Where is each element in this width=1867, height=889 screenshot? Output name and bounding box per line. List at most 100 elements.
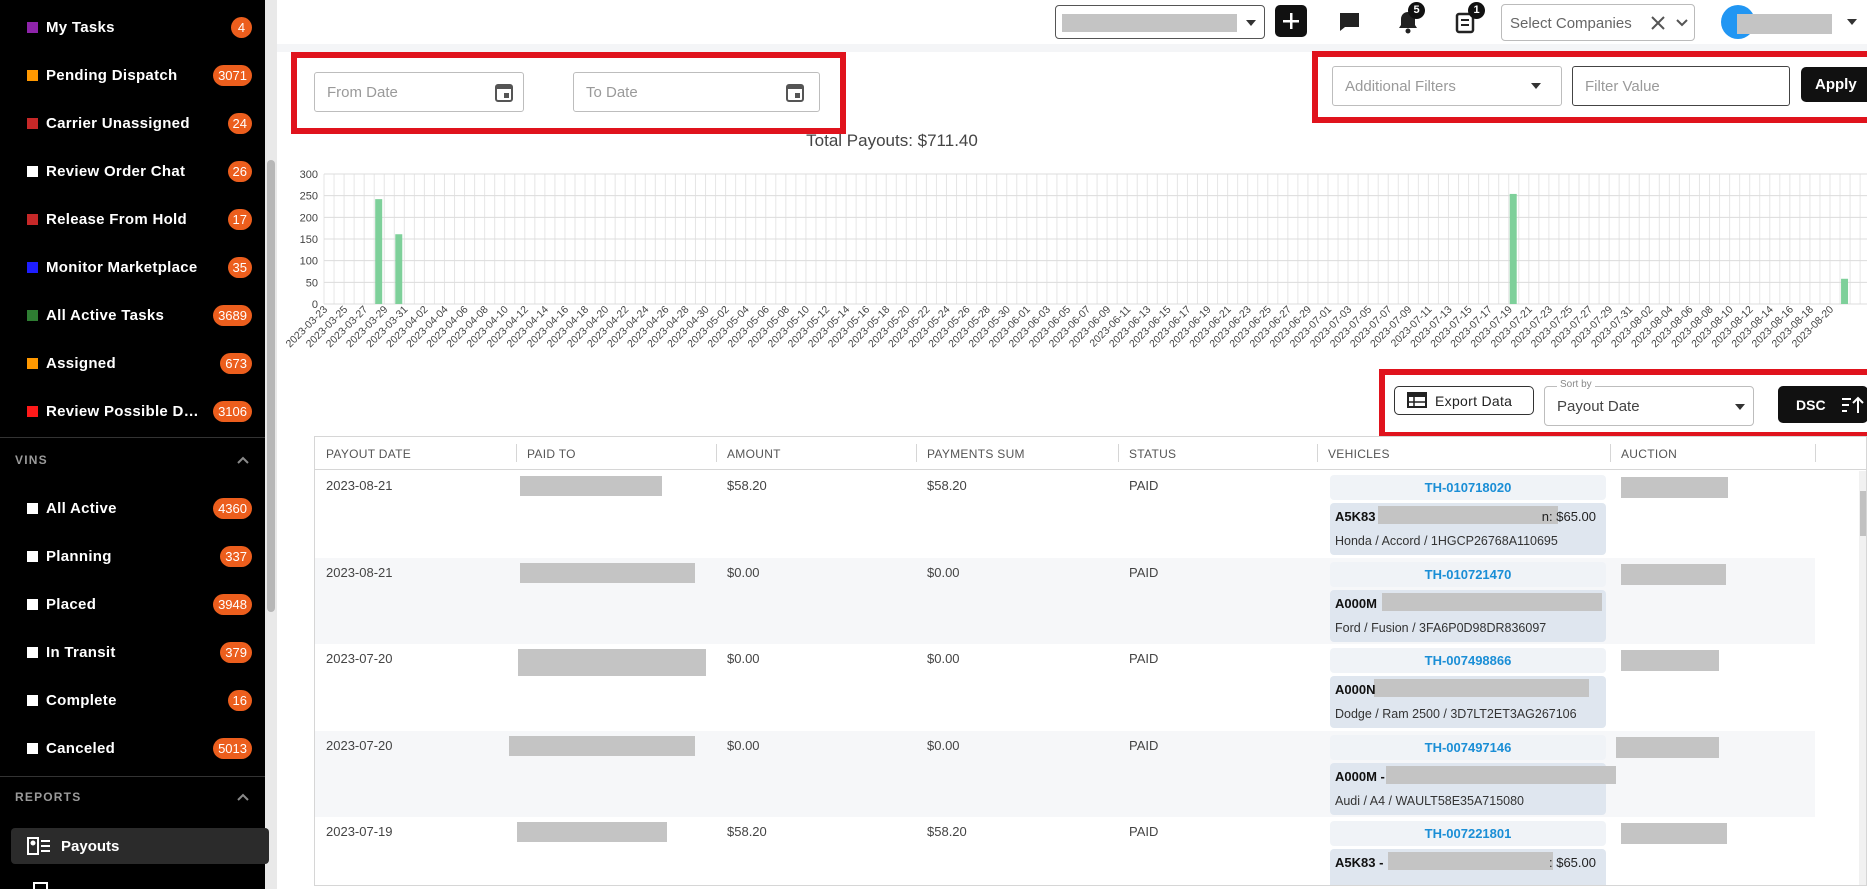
vehicle-card: TH-007498866 A000N Dodge / Ram 2500 / 3D7L…: [1330, 648, 1606, 728]
sidebar-scroll-thumb[interactable]: [267, 160, 275, 612]
column-separator: [916, 444, 917, 462]
calendar-icon[interactable]: [786, 82, 804, 102]
chevron-down-icon[interactable]: [1674, 15, 1690, 31]
auction-redacted: [1616, 736, 1719, 758]
table-scrollbar[interactable]: [1859, 471, 1866, 885]
table-row[interactable]: 2023-07-20 $0.00 $0.00 PAID TH-007497146 A000…: [315, 730, 1815, 817]
vehicle-redacted: [1382, 592, 1602, 611]
column-header[interactable]: PAYMENTS SUM: [927, 447, 1025, 461]
status-color-marker: [27, 21, 38, 33]
export-data-button[interactable]: Export Data: [1394, 386, 1534, 415]
sidebar-item[interactable]: In Transit 379: [0, 628, 265, 676]
chat-button[interactable]: [1335, 8, 1365, 36]
notifications-button[interactable]: 5: [1393, 2, 1425, 36]
sidebar-item[interactable]: All Active Tasks 3689: [0, 291, 265, 339]
sidebar-item[interactable]: Review Order Chat 26: [0, 147, 265, 195]
payout-date-cell: 2023-07-20: [326, 737, 393, 753]
column-header[interactable]: VEHICLES: [1328, 447, 1390, 461]
vehicle-link[interactable]: TH-007497146: [1330, 734, 1606, 760]
vehicle-link[interactable]: TH-007498866: [1330, 648, 1606, 673]
status-color-marker: [27, 261, 38, 273]
sidebar-item-label: Review Possible Duplicates: [46, 402, 208, 420]
sidebar-item[interactable]: Review Possible Duplicates 3106: [0, 387, 265, 435]
sidebar-item[interactable]: My Tasks 4: [0, 3, 265, 51]
vehicle-redacted: [1388, 852, 1553, 870]
status-color-marker: [27, 502, 38, 514]
account-select[interactable]: [1055, 5, 1265, 39]
calendar-icon[interactable]: [495, 82, 513, 102]
y-tick-label: 150: [300, 234, 318, 246]
paid-to-redacted: [517, 822, 667, 842]
payout-date-cell: 2023-07-20: [326, 651, 393, 666]
chevron-up-icon[interactable]: [235, 789, 251, 805]
column-header[interactable]: AMOUNT: [727, 447, 781, 461]
chart-bar: [1841, 278, 1849, 304]
paid-to-redacted: [520, 476, 662, 496]
to-date-field[interactable]: To Date: [573, 72, 820, 112]
vehicle-link[interactable]: TH-010721470: [1330, 561, 1606, 587]
vehicle-amount: : $65.00: [1549, 855, 1596, 870]
table-row[interactable]: 2023-07-19 $58.20 $58.20 PAID TH-007221801 A5…: [315, 817, 1815, 885]
chart-bar: [1509, 193, 1517, 304]
status-color-marker: [27, 357, 38, 369]
sort-order-button[interactable]: DSC: [1778, 386, 1867, 423]
sidebar-item[interactable]: Planning 337: [0, 532, 265, 580]
from-date-field[interactable]: From Date: [314, 72, 524, 112]
sidebar-item[interactable]: Release From Hold 17: [0, 195, 265, 243]
vehicle-link[interactable]: TH-007221801: [1330, 821, 1606, 846]
status-cell: PAID: [1129, 824, 1159, 839]
apply-button[interactable]: Apply: [1801, 67, 1867, 102]
table-row[interactable]: 2023-08-21 $58.20 $58.20 PAID TH-010718020 A5…: [315, 471, 1815, 557]
sidebar-item-label: Review Order Chat: [46, 162, 186, 180]
add-button[interactable]: [1275, 5, 1307, 37]
count-badge: 5013: [213, 738, 252, 759]
sort-by-select[interactable]: Sort by Payout Date: [1544, 379, 1754, 426]
sidebar-item-label: Placed: [46, 595, 97, 613]
companies-placeholder: Select Companies: [1510, 15, 1632, 32]
column-header[interactable]: PAYOUT DATE: [326, 447, 411, 461]
payments-sum-cell: $0.00: [927, 737, 960, 753]
sidebar-item[interactable]: Complete 16: [0, 676, 265, 724]
count-badge: 4: [231, 17, 252, 38]
column-header[interactable]: PAID TO: [527, 447, 576, 461]
sidebar-item[interactable]: All Active 4360: [0, 484, 265, 532]
filter-value-input[interactable]: Filter Value: [1572, 66, 1790, 106]
chart-title: Total Payouts: $711.40: [806, 131, 978, 150]
sidebar-item[interactable]: Assigned 673: [0, 339, 265, 387]
sidebar-item[interactable]: Monitor Marketplace 35: [0, 243, 265, 291]
vehicle-description: Audi / A4 / WAULT58E35A715080: [1335, 793, 1525, 808]
auction-redacted: [1621, 823, 1727, 844]
vehicle-prefix: A000N: [1335, 682, 1376, 697]
table-row[interactable]: 2023-07-20 $0.00 $0.00 PAID TH-007498866 A000…: [315, 644, 1815, 730]
tasks-button[interactable]: 1: [1453, 2, 1485, 36]
auction-redacted: [1621, 477, 1728, 498]
user-name-redacted[interactable]: [1737, 14, 1832, 34]
sidebar-scrollbar[interactable]: [265, 0, 277, 889]
reports-section-header[interactable]: REPORTS: [0, 777, 265, 817]
vins-section-header[interactable]: VINS: [0, 440, 265, 480]
y-tick-label: 200: [300, 212, 318, 224]
sidebar-item[interactable]: Canceled 5013: [0, 724, 265, 772]
companies-select[interactable]: Select Companies: [1501, 4, 1695, 41]
sidebar-item[interactable]: Placed 3948: [0, 580, 265, 628]
count-badge: 35: [227, 257, 252, 278]
sidebar-item-payouts[interactable]: Payouts: [11, 828, 269, 864]
table-scroll-thumb[interactable]: [1860, 491, 1866, 536]
sort-order-label: DSC: [1796, 396, 1826, 413]
tasks-badge: 1: [1468, 2, 1485, 19]
clear-icon[interactable]: [1650, 15, 1666, 31]
table-export-icon: [1407, 391, 1427, 408]
chevron-up-icon[interactable]: [235, 452, 251, 468]
chevron-down-icon[interactable]: [1847, 19, 1857, 25]
vehicle-link[interactable]: TH-010718020: [1330, 475, 1606, 500]
vehicle-card: TH-007497146 A000M - Audi / A4 / WAULT58E3…: [1330, 734, 1616, 815]
sidebar-item[interactable]: Carrier Unassigned 24: [0, 99, 265, 147]
column-header[interactable]: AUCTION: [1621, 447, 1677, 461]
table-row[interactable]: 2023-08-21 $0.00 $0.00 PAID TH-010721470 A000…: [315, 557, 1815, 644]
chevron-down-icon: [1246, 20, 1256, 26]
sidebar-item[interactable]: Pending Dispatch 3071: [0, 51, 265, 99]
additional-filters-select[interactable]: Additional Filters: [1332, 66, 1562, 106]
column-header[interactable]: STATUS: [1129, 447, 1176, 461]
status-color-marker: [27, 598, 38, 610]
payout-date-cell: 2023-08-21: [326, 478, 393, 493]
